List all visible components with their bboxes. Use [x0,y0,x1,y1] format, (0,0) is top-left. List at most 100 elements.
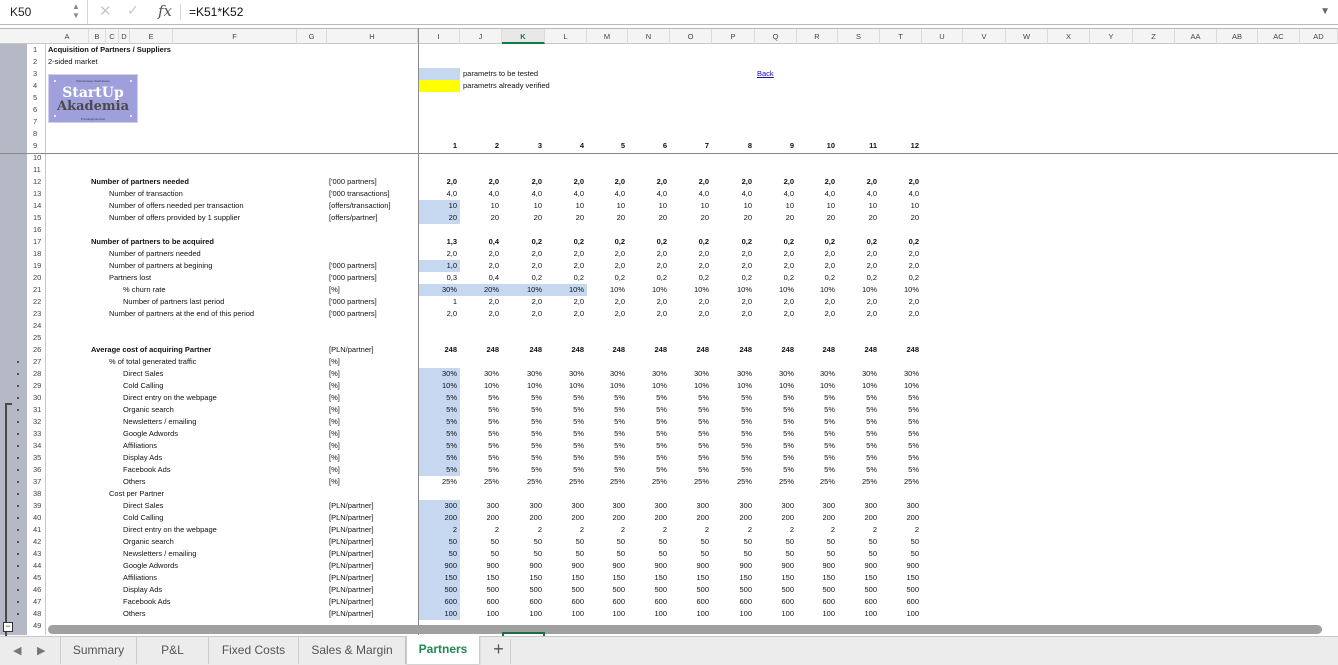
table-cell[interactable]: 200 [502,512,545,524]
table-cell[interactable]: 20 [838,212,880,224]
table-cell[interactable]: 4,0 [460,188,502,200]
table-cell[interactable]: 2 [502,524,545,536]
row-header-11[interactable]: 11 [27,164,46,176]
table-cell[interactable]: 5% [587,440,628,452]
table-cell[interactable]: 2 [755,524,797,536]
column-header-ac[interactable]: AC [1258,29,1300,44]
row-header-16[interactable]: 16 [27,224,46,236]
table-cell[interactable]: 10 [418,200,460,212]
table-cell[interactable]: 2,0 [670,176,712,188]
row-header-34[interactable]: 34 [27,440,46,452]
table-cell[interactable]: 25% [670,476,712,488]
table-cell[interactable]: 10% [670,380,712,392]
row-header-44[interactable]: 44 [27,560,46,572]
table-cell[interactable]: 100 [502,608,545,620]
column-header-g[interactable]: G [297,29,327,44]
table-cell[interactable]: 10% [755,380,797,392]
table-cell[interactable]: 5% [880,404,922,416]
table-cell[interactable]: 5% [628,464,670,476]
table-cell[interactable]: 10% [545,284,587,296]
table-cell[interactable]: 100 [545,608,587,620]
row-header-12[interactable]: 12 [27,176,46,188]
table-cell[interactable]: 2,0 [628,296,670,308]
table-cell[interactable]: 10% [502,380,545,392]
column-header-x[interactable]: X [1048,29,1090,44]
table-cell[interactable]: 248 [628,344,670,356]
table-cell[interactable]: 25% [587,476,628,488]
name-box[interactable]: K50 ▲ ▼ [0,0,88,24]
table-cell[interactable]: 50 [545,536,587,548]
table-cell[interactable]: 0,2 [502,236,545,248]
column-header-h[interactable]: H [327,29,418,44]
row-header-18[interactable]: 18 [27,248,46,260]
table-cell[interactable]: 10 [460,200,502,212]
table-cell[interactable]: 5% [670,404,712,416]
table-cell[interactable]: 200 [545,512,587,524]
table-cell[interactable]: 248 [880,344,922,356]
table-cell[interactable]: 600 [460,596,502,608]
table-cell[interactable]: 5% [587,428,628,440]
table-cell[interactable]: 150 [587,572,628,584]
table-cell[interactable]: 5% [838,416,880,428]
table-cell[interactable]: 5% [460,428,502,440]
row-header-20[interactable]: 20 [27,272,46,284]
column-header-t[interactable]: T [880,29,922,44]
tab-pl[interactable]: P&L [137,637,209,664]
table-cell[interactable]: 5% [838,464,880,476]
table-cell[interactable]: 200 [460,512,502,524]
table-cell[interactable]: 5% [628,404,670,416]
row-header-13[interactable]: 13 [27,188,46,200]
table-cell[interactable]: 600 [587,596,628,608]
table-cell[interactable]: 50 [545,548,587,560]
table-cell[interactable]: 10% [545,380,587,392]
table-cell[interactable]: 5% [418,428,460,440]
table-cell[interactable]: 2,0 [880,176,922,188]
table-cell[interactable]: 50 [460,548,502,560]
table-cell[interactable]: 150 [838,572,880,584]
table-cell[interactable]: 5% [670,428,712,440]
table-cell[interactable]: 4,0 [797,188,838,200]
table-cell[interactable]: 200 [418,512,460,524]
table-cell[interactable]: 5% [838,392,880,404]
table-cell[interactable]: 248 [838,344,880,356]
table-cell[interactable]: 5% [755,464,797,476]
table-cell[interactable]: 10% [838,380,880,392]
column-header-c[interactable]: C [106,29,119,44]
table-cell[interactable]: 10% [880,284,922,296]
table-cell[interactable]: 2,0 [628,248,670,260]
table-cell[interactable]: 5% [670,452,712,464]
table-cell[interactable]: 10% [755,284,797,296]
table-cell[interactable]: 2,0 [880,260,922,272]
table-cell[interactable]: 100 [880,608,922,620]
table-cell[interactable]: 20 [797,212,838,224]
table-cell[interactable]: 5% [755,452,797,464]
table-cell[interactable]: 30% [880,368,922,380]
table-cell[interactable]: 50 [628,536,670,548]
table-cell[interactable]: 5% [502,392,545,404]
table-cell[interactable]: 2 [712,524,755,536]
table-cell[interactable]: 5% [460,392,502,404]
table-cell[interactable]: 500 [628,584,670,596]
table-cell[interactable]: 25% [628,476,670,488]
column-header-z[interactable]: Z [1133,29,1175,44]
table-cell[interactable]: 4,0 [587,188,628,200]
table-cell[interactable]: 20 [755,212,797,224]
table-cell[interactable]: 25% [545,476,587,488]
table-cell[interactable]: 4,0 [670,188,712,200]
table-cell[interactable]: 5% [755,392,797,404]
table-cell[interactable]: 5% [628,440,670,452]
table-cell[interactable]: 5% [502,440,545,452]
confirm-icon[interactable]: ✓ [127,2,139,19]
table-cell[interactable]: 2,0 [460,176,502,188]
table-cell[interactable]: 500 [838,584,880,596]
table-cell[interactable]: 5% [502,464,545,476]
table-cell[interactable]: 500 [418,584,460,596]
table-cell[interactable]: 5% [628,452,670,464]
table-cell[interactable]: 25% [880,476,922,488]
table-cell[interactable]: 20% [460,284,502,296]
table-cell[interactable]: 100 [755,608,797,620]
cell-grid[interactable]: Acquisition of Partners / Suppliers 2-sid… [46,44,1338,625]
table-cell[interactable]: 2,0 [545,248,587,260]
table-cell[interactable]: 10% [460,380,502,392]
column-header-r[interactable]: R [797,29,838,44]
